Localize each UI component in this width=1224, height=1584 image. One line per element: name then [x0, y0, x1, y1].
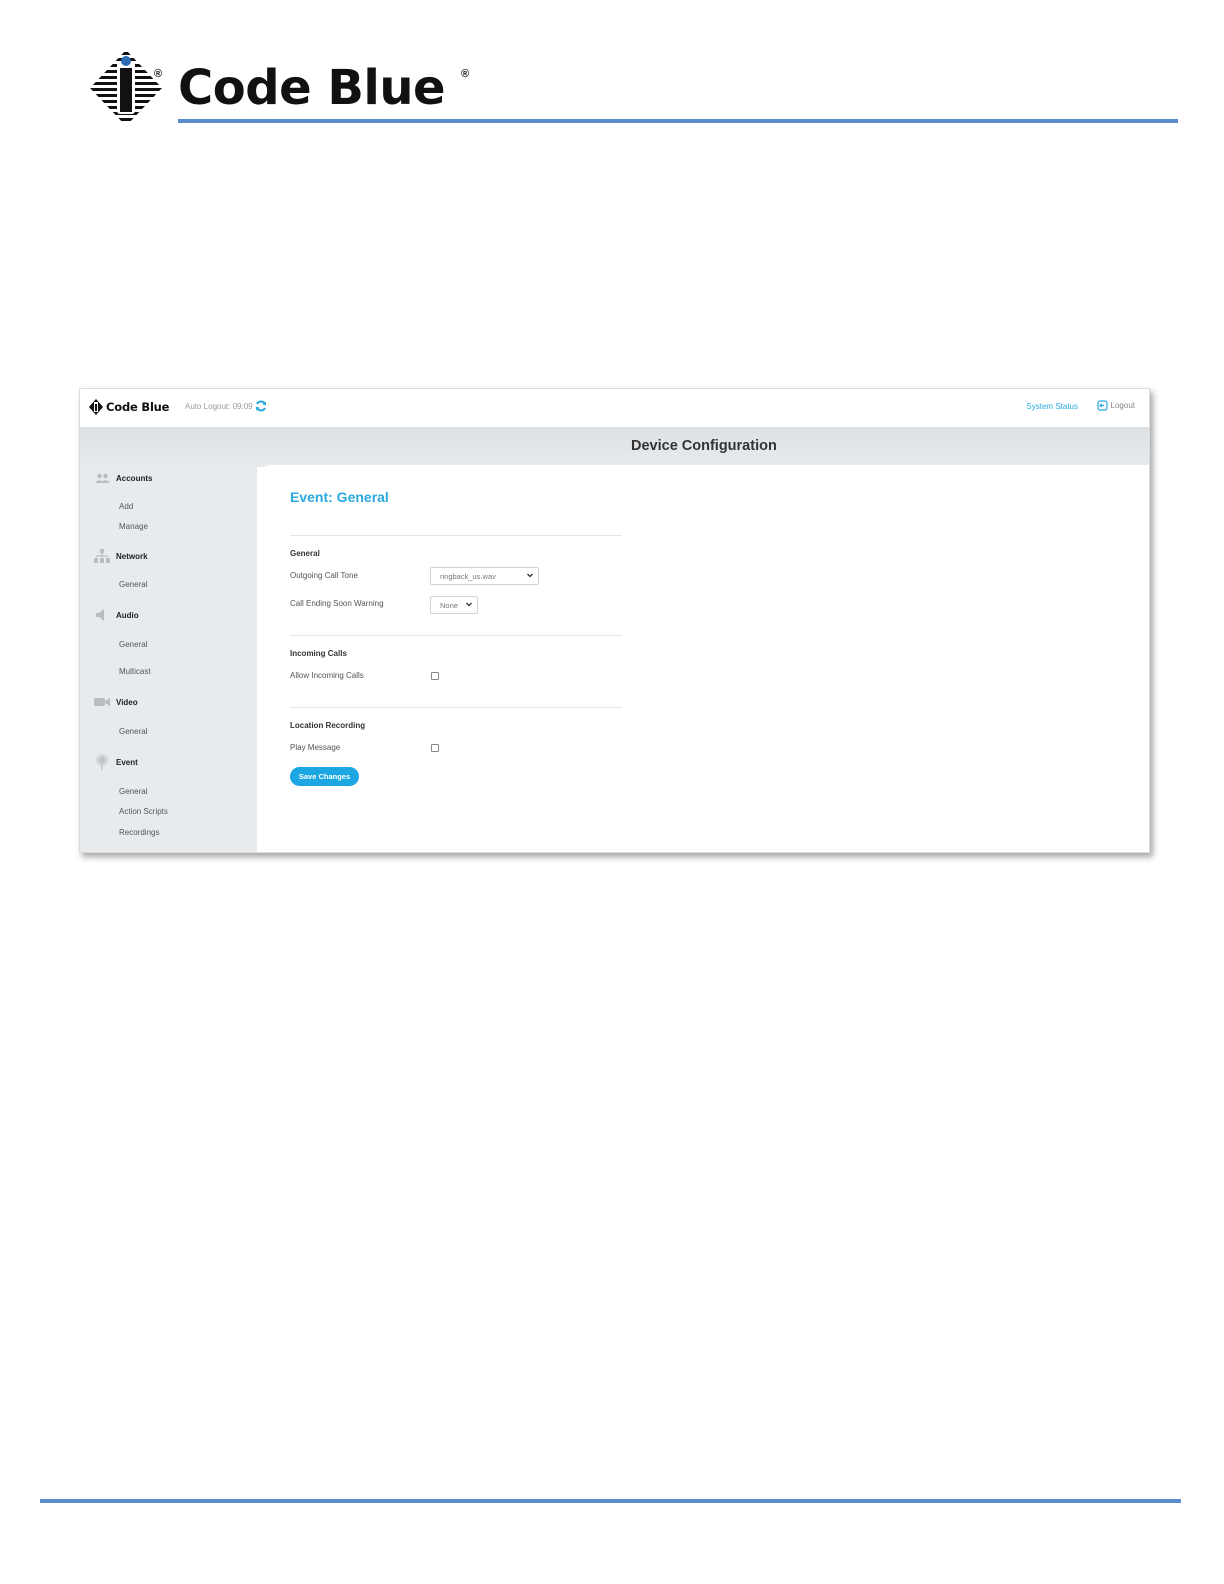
logout-label: Logout	[1110, 401, 1135, 410]
sidebar-item-accounts-manage[interactable]: Manage	[119, 522, 148, 531]
call-ending-soon-warning-label: Call Ending Soon Warning	[290, 599, 384, 608]
outgoing-call-tone-select[interactable]: ringback_us.wav	[430, 567, 539, 585]
refresh-icon[interactable]	[255, 400, 267, 412]
sidebar-section-label: Accounts	[116, 473, 153, 483]
footer-rule	[40, 1499, 1181, 1503]
incoming-calls-heading: Incoming Calls	[290, 649, 347, 658]
auto-logout-timer: Auto Logout: 09:09	[185, 402, 253, 411]
section-title: Event: General	[290, 489, 389, 505]
call-ending-soon-warning-value: None	[440, 600, 458, 610]
app-logo[interactable]: Code Blue	[89, 399, 169, 415]
title-bar: Device Configuration	[80, 427, 1149, 467]
logout-button[interactable]: Logout	[1096, 400, 1135, 411]
chevron-down-icon	[527, 573, 533, 578]
play-message-label: Play Message	[290, 743, 341, 752]
sidebar-item-video-general[interactable]: General	[119, 727, 147, 736]
document-logo: ® Code Blue ®	[88, 46, 488, 130]
logout-icon	[1096, 400, 1108, 411]
save-changes-button[interactable]: Save Changes	[290, 767, 359, 786]
sidebar-item-accounts-add[interactable]: Add	[119, 502, 133, 511]
system-status-link[interactable]: System Status	[1026, 402, 1078, 411]
divider	[290, 535, 622, 536]
network-icon	[94, 549, 110, 563]
sidebar-section-network[interactable]: Network	[94, 549, 148, 563]
allow-incoming-calls-checkbox[interactable]	[431, 672, 439, 680]
speaker-icon	[94, 608, 110, 622]
sidebar-section-video[interactable]: Video	[94, 695, 138, 709]
code-blue-diamond-icon	[89, 399, 103, 415]
sidebar: Accounts Add Manage Network General Audi…	[80, 467, 257, 852]
device-ui-screenshot: Code Blue Auto Logout: 09:09 System Stat…	[79, 388, 1150, 853]
location-recording-heading: Location Recording	[290, 721, 366, 730]
outgoing-call-tone-value: ringback_us.wav	[440, 571, 496, 581]
app-brand-name: Code Blue	[106, 400, 170, 414]
sidebar-section-label: Audio	[116, 610, 139, 620]
sidebar-section-event[interactable]: Event	[94, 754, 138, 770]
divider	[290, 635, 622, 636]
sidebar-item-event-general[interactable]: General	[119, 787, 147, 796]
sidebar-section-label: Video	[116, 697, 138, 707]
sidebar-item-audio-general[interactable]: General	[119, 640, 147, 649]
main-content: Event: General General Outgoing Call Ton…	[257, 465, 1149, 852]
sidebar-section-label: Event	[116, 757, 138, 767]
camera-icon	[94, 695, 110, 709]
header-rule	[178, 119, 1178, 123]
allow-incoming-calls-label: Allow Incoming Calls	[290, 671, 364, 680]
chevron-down-icon	[466, 602, 472, 607]
outgoing-call-tone-label: Outgoing Call Tone	[290, 571, 358, 580]
top-bar: Code Blue Auto Logout: 09:09 System Stat…	[80, 389, 1149, 427]
sidebar-section-label: Network	[116, 551, 148, 561]
sidebar-item-network-general[interactable]: General	[119, 580, 147, 589]
sidebar-section-accounts[interactable]: Accounts	[94, 471, 152, 485]
document-brand-name: Code Blue	[178, 60, 446, 116]
sidebar-item-audio-multicast[interactable]: Multicast	[119, 667, 151, 676]
play-message-checkbox[interactable]	[431, 744, 439, 752]
general-heading: General	[290, 549, 320, 558]
call-ending-soon-warning-select[interactable]: None	[430, 596, 478, 614]
divider	[290, 707, 622, 708]
sidebar-section-audio[interactable]: Audio	[94, 608, 139, 622]
code-blue-diamond-icon	[90, 50, 162, 126]
registered-mark: ®	[461, 68, 470, 80]
registered-mark: ®	[154, 68, 163, 80]
users-icon	[94, 471, 110, 485]
pin-icon	[94, 754, 110, 770]
page-title: Device Configuration	[631, 438, 777, 454]
sidebar-item-event-action-scripts[interactable]: Action Scripts	[119, 807, 168, 816]
sidebar-item-event-recordings[interactable]: Recordings	[119, 828, 159, 837]
